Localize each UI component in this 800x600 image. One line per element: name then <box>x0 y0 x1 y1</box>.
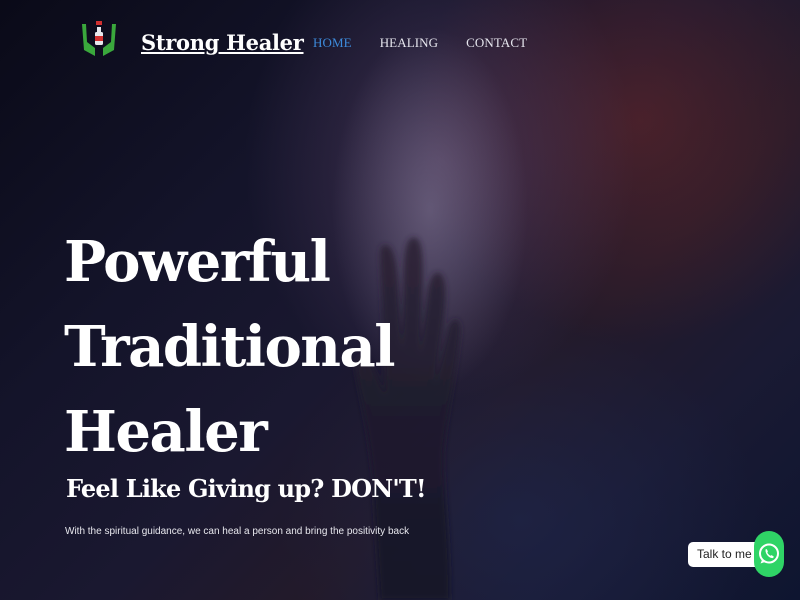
hero-title-line: Traditional <box>64 314 396 380</box>
hero-title-line: Healer <box>64 399 268 465</box>
hero-title: Powerful Traditional Healer <box>64 220 424 475</box>
site-header: Strong Healer HOME HEALING CONTACT <box>0 0 800 90</box>
hero-subtitle: Feel Like Giving up? DON'T! <box>66 474 427 503</box>
healing-hands-logo-icon[interactable] <box>80 18 118 58</box>
main-nav: HOME HEALING CONTACT <box>313 35 527 51</box>
whatsapp-icon <box>759 543 779 564</box>
chat-label[interactable]: Talk to me <box>688 542 767 567</box>
hero-title-line: Powerful <box>64 229 331 295</box>
nav-healing[interactable]: HEALING <box>380 35 438 51</box>
nav-contact[interactable]: CONTACT <box>466 35 527 51</box>
hero-section: Strong Healer HOME HEALING CONTACT Power… <box>0 0 800 600</box>
nav-home[interactable]: HOME <box>313 35 352 51</box>
hero-description: With the spiritual guidance, we can heal… <box>65 526 410 537</box>
brand-link[interactable]: Strong Healer <box>141 30 304 55</box>
whatsapp-button[interactable] <box>754 531 784 577</box>
